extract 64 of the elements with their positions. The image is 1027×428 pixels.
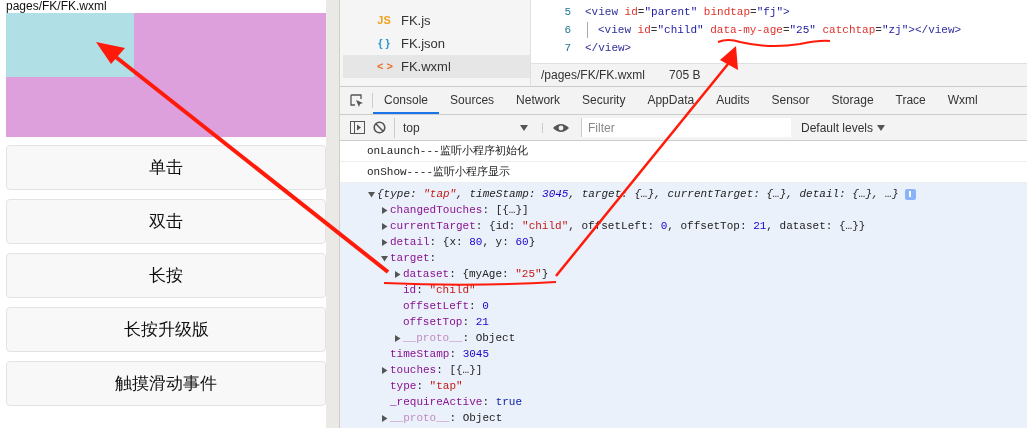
console-entry: type: "tap" xyxy=(390,378,463,394)
expand-triangle-icon[interactable] xyxy=(381,222,388,230)
app-button[interactable]: 长按 xyxy=(6,253,326,298)
expand-triangle-icon[interactable] xyxy=(381,366,388,374)
inspect-icon[interactable] xyxy=(350,93,364,108)
line-number: 6 xyxy=(563,22,572,38)
file-size: 705 B xyxy=(669,67,701,84)
devtools-tab[interactable]: Sources xyxy=(439,87,506,114)
file-type-icon: JS xyxy=(377,12,391,29)
console-entry: __proto__: Object xyxy=(403,330,516,346)
console-entry: touches: [{…}] xyxy=(390,362,483,378)
console-message: onShow----监听小程序显示 xyxy=(367,164,510,180)
file-type-icon: { } xyxy=(377,35,391,52)
devtools-tab[interactable]: Sensor xyxy=(760,87,821,114)
file-item[interactable]: JS FK.js xyxy=(343,9,530,32)
file-item[interactable]: { } FK.json xyxy=(343,32,530,55)
console-entry: changedTouches: [{…}] xyxy=(390,202,529,218)
console-entry: target: xyxy=(390,250,437,266)
dropdown-caret-icon xyxy=(520,124,528,131)
app-button[interactable]: 双击 xyxy=(6,199,326,244)
console-entry: offsetTop: 21 xyxy=(403,314,489,330)
log-levels-dropdown[interactable]: Default levels xyxy=(801,118,886,137)
code-line: <view id="child" data-my-age="25" catchtap="zj"></view> xyxy=(587,21,962,39)
app-button[interactable]: 单击 xyxy=(6,145,326,190)
console-entry: offsetLeft: 0 xyxy=(403,298,489,314)
devtools-tab[interactable]: Security xyxy=(571,87,637,114)
file-item[interactable]: < > FK.wxml xyxy=(343,55,530,78)
dropdown-caret-icon xyxy=(877,124,886,131)
file-type-icon: < > xyxy=(377,58,391,75)
collapse-triangle-icon[interactable] xyxy=(368,190,375,198)
console-message: onLaunch---监听小程序初始化 xyxy=(367,143,528,159)
devtools-tab[interactable]: Network xyxy=(505,87,572,114)
expand-triangle-icon[interactable] xyxy=(394,334,401,342)
devtools-tab[interactable]: Wxml xyxy=(936,87,989,114)
app-button[interactable]: 长按升级版 xyxy=(6,307,326,352)
code-line: <view id="parent" bindtap="fj"> xyxy=(585,4,790,20)
sidebar-toggle-icon[interactable] xyxy=(350,121,365,134)
clear-console-icon[interactable] xyxy=(373,121,386,134)
code-line: </view> xyxy=(585,40,632,56)
child-view[interactable] xyxy=(6,13,134,77)
console-entry: id: "child" xyxy=(403,282,476,298)
page-path: pages/FK/FK.wxml xyxy=(6,0,108,13)
expand-triangle-icon[interactable] xyxy=(381,206,388,214)
line-number: 7 xyxy=(563,40,572,56)
line-number: 5 xyxy=(563,4,572,20)
expand-triangle-icon[interactable] xyxy=(381,238,388,246)
context-select[interactable]: top xyxy=(394,117,534,138)
filter-field[interactable]: Filter xyxy=(581,118,791,137)
console-entry: detail: {x: 80, y: 60} xyxy=(390,234,536,250)
expand-triangle-icon[interactable] xyxy=(394,270,401,278)
devtools-tab[interactable]: AppData xyxy=(636,87,706,114)
devtools-tab[interactable]: Audits xyxy=(705,87,761,114)
file-path: /pages/FK/FK.wxml xyxy=(541,67,646,84)
code-editor[interactable]: 5 <view id="parent" bindtap="fj"> 6 <view id="child" data-my-age="25" catchtap="zj"></view> 7 </view> xyxy=(539,0,1027,63)
eye-icon[interactable] xyxy=(553,122,569,133)
expand-triangle-icon[interactable] xyxy=(381,414,388,422)
devtools-tab[interactable]: Storage xyxy=(820,87,885,114)
console-entry: timeStamp: 3045 xyxy=(390,346,490,362)
collapse-triangle-icon[interactable] xyxy=(381,254,388,262)
console-entry: dataset: {myAge: "25"} xyxy=(403,266,549,282)
console-entry: __proto__: Object xyxy=(390,410,503,426)
console-entry: _requireActive: true xyxy=(390,394,523,410)
devtools-tab[interactable]: Trace xyxy=(884,87,937,114)
app-button[interactable]: 触摸滑动事件 xyxy=(6,361,326,406)
